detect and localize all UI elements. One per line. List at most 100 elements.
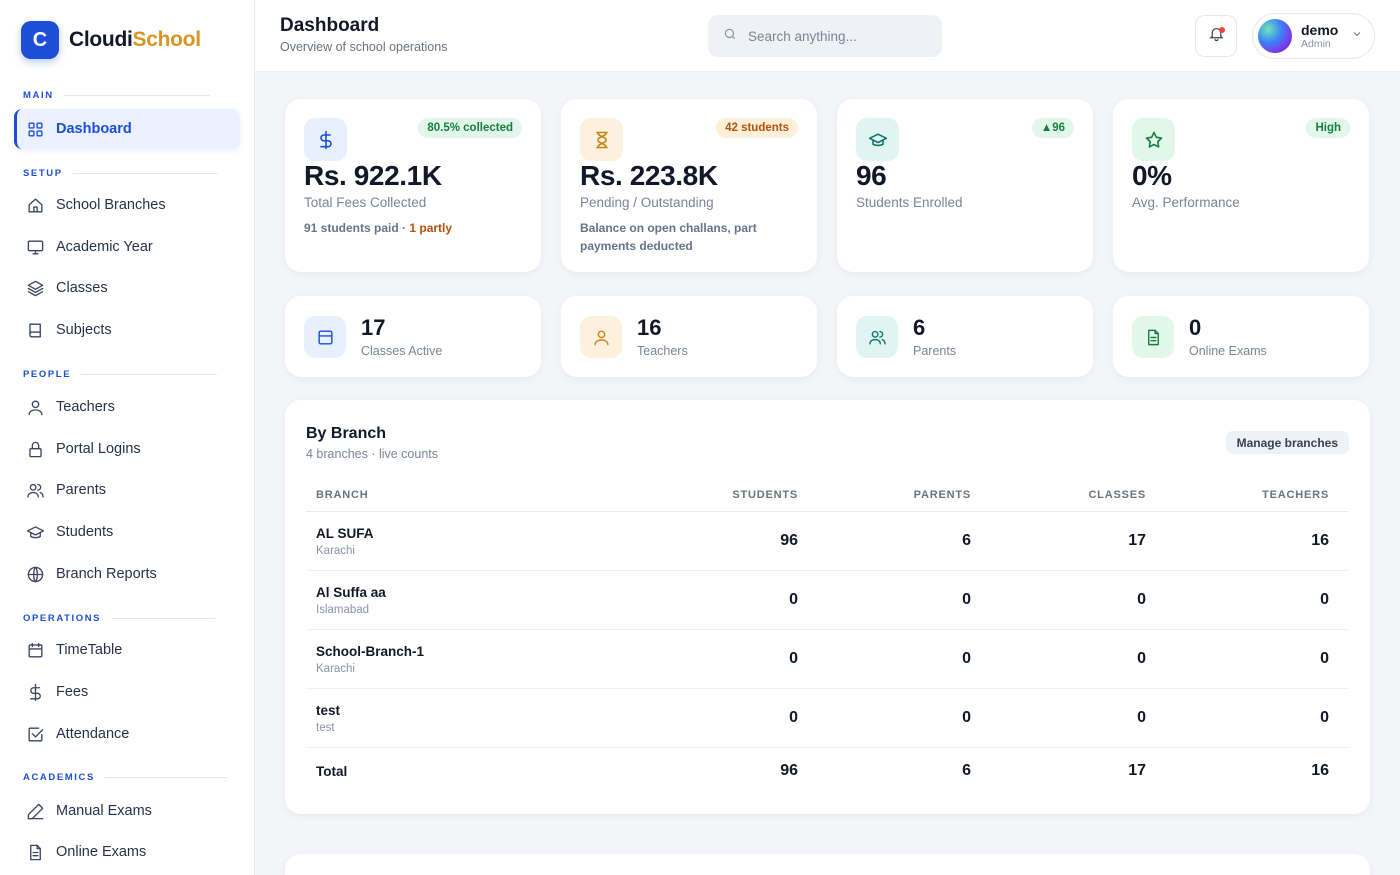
table-row[interactable]: Al Suffa aa Islamabad 0 0 0 0 bbox=[306, 571, 1349, 630]
stat-card-avg-performance[interactable]: High 0% Avg. Performance bbox=[1113, 99, 1369, 272]
stat-card-pending[interactable]: 42 students Rs. 223.8K Pending / Outstan… bbox=[561, 99, 817, 272]
sidebar-item-label: Parents bbox=[56, 482, 106, 498]
users-icon bbox=[856, 316, 898, 358]
user-menu[interactable]: demo Admin bbox=[1252, 13, 1375, 59]
section-label-setup: SETUP bbox=[23, 168, 218, 179]
sidebar-item-online-exams[interactable]: Online Exams bbox=[14, 832, 240, 872]
sidebar-item-teachers[interactable]: Teachers bbox=[14, 387, 240, 427]
sidebar-item-timetable[interactable]: TimeTable bbox=[14, 630, 240, 670]
classes-count: 0 bbox=[1137, 591, 1146, 608]
stat-card-students-enrolled[interactable]: ▲96 96 Students Enrolled bbox=[837, 99, 1093, 272]
mini-value: 6 bbox=[913, 315, 926, 340]
notifications-button[interactable] bbox=[1195, 15, 1237, 57]
notification-dot bbox=[1219, 27, 1225, 33]
sidebar: C CloudiSchool MAIN Dashboard SETUP Scho… bbox=[0, 0, 255, 875]
stat-card-fees-collected[interactable]: 80.5% collected Rs. 922.1K Total Fees Co… bbox=[285, 99, 541, 272]
column-header-students[interactable]: STUDENTS bbox=[656, 489, 798, 501]
column-header-branch[interactable]: BRANCH bbox=[306, 489, 656, 501]
manage-branches-button[interactable]: Manage branches bbox=[1225, 431, 1349, 454]
mini-label: Teachers bbox=[637, 344, 688, 358]
stat-value: Rs. 223.8K bbox=[580, 160, 718, 191]
stat-value: 0% bbox=[1132, 160, 1172, 191]
students-count: 0 bbox=[789, 591, 798, 608]
branch-city: Karachi bbox=[316, 662, 355, 675]
sidebar-item-label: Teachers bbox=[56, 399, 115, 415]
avatar bbox=[1258, 19, 1292, 53]
user-name: demo bbox=[1301, 21, 1339, 38]
sidebar-item-label: School Branches bbox=[56, 197, 166, 213]
page-subtitle: Overview of school operations bbox=[280, 40, 448, 54]
search-input[interactable] bbox=[748, 28, 928, 44]
classes-total: 17 bbox=[1128, 762, 1146, 779]
column-header-parents[interactable]: PARENTS bbox=[798, 489, 971, 501]
stat-value: 96 bbox=[856, 160, 887, 191]
sidebar-item-label: Dashboard bbox=[56, 121, 132, 137]
total-label: Total bbox=[316, 763, 348, 779]
parents-count: 0 bbox=[962, 709, 971, 726]
sidebar-item-branch-reports[interactable]: Branch Reports bbox=[14, 554, 240, 594]
sidebar-item-students[interactable]: Students bbox=[14, 512, 240, 552]
grid-icon bbox=[25, 119, 45, 139]
column-header-teachers[interactable]: TEACHERS bbox=[1146, 489, 1339, 501]
branch-name: Al Suffa aa bbox=[316, 584, 386, 600]
sidebar-item-academic-year[interactable]: Academic Year bbox=[14, 227, 240, 267]
classes-count: 0 bbox=[1137, 709, 1146, 726]
branch-city: Islamabad bbox=[316, 603, 370, 616]
column-header-classes[interactable]: CLASSES bbox=[971, 489, 1146, 501]
sidebar-item-manual-exams[interactable]: Manual Exams bbox=[14, 791, 240, 831]
brand[interactable]: C CloudiSchool bbox=[21, 21, 201, 59]
sidebar-item-label: Branch Reports bbox=[56, 566, 157, 582]
sidebar-item-dashboard[interactable]: Dashboard bbox=[14, 109, 240, 149]
branch-city: test bbox=[316, 721, 335, 734]
star-icon bbox=[1132, 118, 1175, 161]
classes-count: 0 bbox=[1137, 650, 1146, 667]
students-total: 96 bbox=[780, 762, 798, 779]
stat-value: Rs. 922.1K bbox=[304, 160, 442, 191]
branch-name: AL SUFA bbox=[316, 525, 374, 541]
pen-icon bbox=[25, 801, 45, 821]
sidebar-item-classes[interactable]: Classes bbox=[14, 268, 240, 308]
layers-icon bbox=[25, 278, 45, 298]
brand-name: CloudiSchool bbox=[69, 28, 201, 51]
mini-card-parents[interactable]: 6 Parents bbox=[837, 296, 1093, 377]
sidebar-item-label: Attendance bbox=[56, 726, 130, 742]
status-badge: High bbox=[1306, 118, 1350, 138]
sidebar-item-parents[interactable]: Parents bbox=[14, 470, 240, 510]
sidebar-item-subjects[interactable]: Subjects bbox=[14, 310, 240, 350]
section-label-main: MAIN bbox=[23, 90, 210, 101]
teachers-count: 0 bbox=[1320, 650, 1329, 667]
mini-card-online-exams[interactable]: 0 Online Exams bbox=[1113, 296, 1369, 377]
table-total-row: Total 96 6 17 16 bbox=[306, 748, 1349, 794]
teachers-count: 0 bbox=[1320, 709, 1329, 726]
calendar-icon bbox=[25, 640, 45, 660]
sidebar-item-label: Online Exams bbox=[56, 844, 147, 860]
table-row[interactable]: test test 0 0 0 0 bbox=[306, 689, 1349, 748]
search-bar[interactable] bbox=[708, 15, 942, 57]
sidebar-item-label: Fees bbox=[56, 684, 89, 700]
table-row[interactable]: AL SUFA Karachi 96 6 17 16 bbox=[306, 512, 1349, 571]
parents-count: 0 bbox=[962, 650, 971, 667]
section-label-academics: ACADEMICS bbox=[23, 772, 227, 783]
mini-value: 16 bbox=[637, 315, 662, 340]
section-label-people: PEOPLE bbox=[23, 369, 218, 380]
sidebar-item-label: TimeTable bbox=[56, 642, 123, 658]
graduation-cap-icon bbox=[856, 118, 899, 161]
user-icon bbox=[580, 316, 622, 358]
students-count: 0 bbox=[789, 650, 798, 667]
sidebar-item-attendance[interactable]: Attendance bbox=[14, 714, 240, 754]
branch-name: test bbox=[316, 702, 341, 718]
mini-value: 17 bbox=[361, 315, 386, 340]
branch-city: Karachi bbox=[316, 544, 355, 557]
students-count: 0 bbox=[789, 709, 798, 726]
sidebar-item-fees[interactable]: Fees bbox=[14, 672, 240, 712]
user-icon bbox=[25, 397, 45, 417]
sidebar-item-school-branches[interactable]: School Branches bbox=[14, 185, 240, 225]
mini-card-classes[interactable]: 17 Classes Active bbox=[285, 296, 541, 377]
branch-panel: By Branch 4 branches · live counts Manag… bbox=[285, 400, 1370, 814]
mini-card-teachers[interactable]: 16 Teachers bbox=[561, 296, 817, 377]
stat-label: Avg. Performance bbox=[1132, 195, 1240, 210]
sidebar-item-portal-logins[interactable]: Portal Logins bbox=[14, 429, 240, 469]
file-text-icon bbox=[25, 842, 45, 862]
table-row[interactable]: School-Branch-1 Karachi 0 0 0 0 bbox=[306, 630, 1349, 689]
section-label-operations: OPERATIONS bbox=[23, 613, 216, 624]
